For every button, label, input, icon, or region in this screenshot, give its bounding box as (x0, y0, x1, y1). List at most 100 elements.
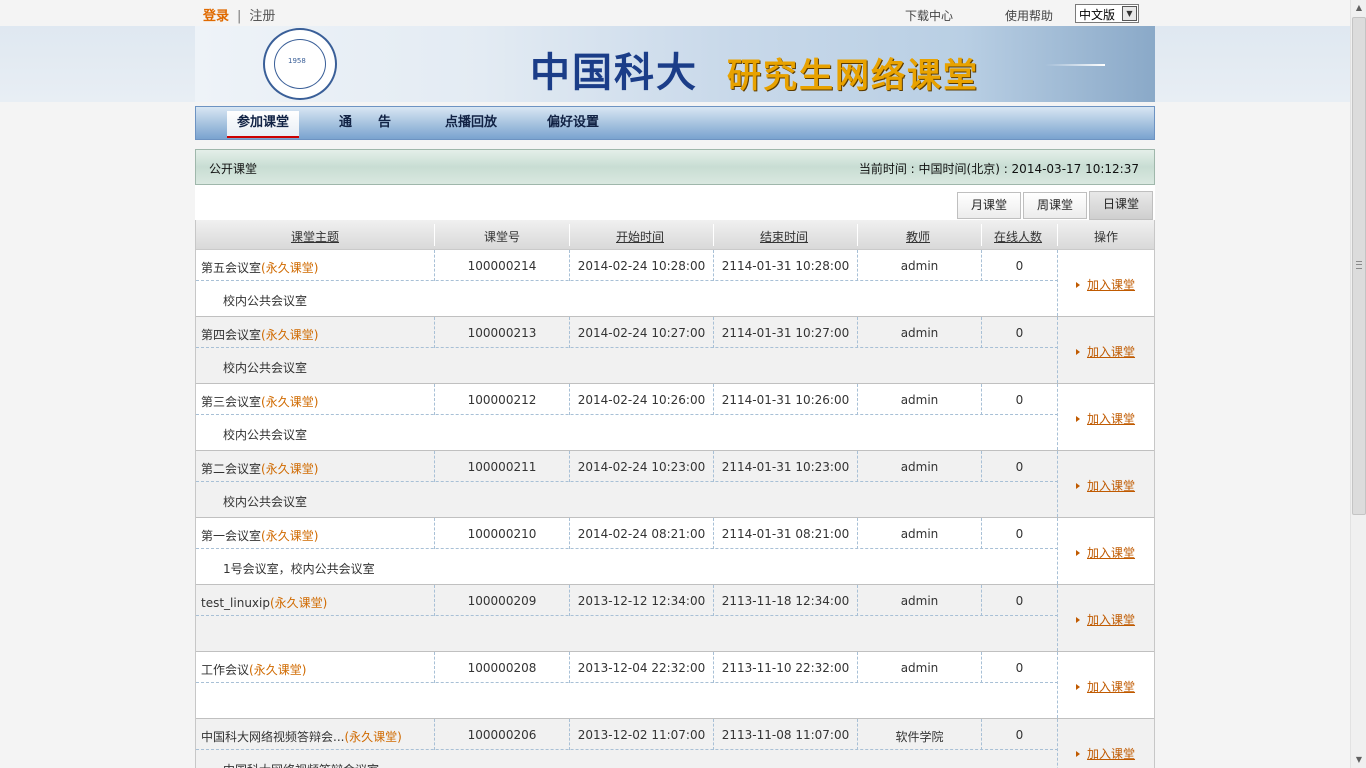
header-start[interactable]: 开始时间 (616, 228, 664, 245)
cell-topic: 工作会议(永久课堂) (201, 661, 306, 678)
banner-title-sub: 研究生网络课堂 (727, 56, 979, 96)
auth-links: 登录 | 注册 (203, 5, 275, 24)
row-main-line: test_linuxip(永久课堂) 100000209 2013-12-12 12… (196, 585, 1058, 616)
current-time: 当前时间 : 中国时间(北京) : 2014-03-17 10:12:37 (858, 162, 1139, 176)
join-class-label: 加入课堂 (1087, 479, 1136, 493)
scroll-thumb[interactable] (1352, 17, 1366, 515)
nav-join-class[interactable]: 参加课堂 (227, 111, 300, 138)
classroom-description: 校内公共会议室 (223, 361, 308, 375)
scroll-up-icon[interactable]: ▲ (1351, 0, 1366, 16)
arrow-right-icon (1076, 349, 1080, 355)
cell-online-count: 0 (1015, 728, 1024, 742)
cell-end-time: 2114-01-31 08:21:00 (721, 527, 850, 541)
action-cell: 加入课堂 (1057, 719, 1154, 768)
header-online[interactable]: 在线人数 (994, 228, 1042, 245)
cell-topic: 第五会议室(永久课堂) (201, 259, 318, 276)
header-divider (981, 224, 982, 246)
join-class-link[interactable]: 加入课堂 (1076, 276, 1135, 293)
permanent-tag: (永久课堂) (261, 462, 319, 476)
header-action: 操作 (1094, 230, 1119, 244)
cell-class-id: 100000210 (467, 527, 537, 541)
classroom-name: 工作会议 (201, 663, 250, 677)
cell-class-id: 100000206 (467, 728, 537, 742)
tab-monthly[interactable]: 月课堂 (957, 192, 1021, 219)
cell-end-time: 2114-01-31 10:26:00 (721, 393, 850, 407)
scroll-down-icon[interactable]: ▼ (1351, 752, 1366, 768)
cell-teacher: admin (900, 594, 939, 608)
permanent-tag: (永久课堂) (261, 529, 319, 543)
cell-topic: 第四会议室(永久课堂) (201, 326, 318, 343)
arrow-right-icon (1076, 617, 1080, 623)
cell-topic: 第一会议室(永久课堂) (201, 527, 318, 544)
table-row: 工作会议(永久课堂) 100000208 2013-12-04 22:32:00 21… (196, 652, 1154, 719)
language-select[interactable]: 中文版 ▼ (1075, 4, 1139, 23)
header-id: 课堂号 (484, 230, 521, 244)
cell-start-time: 2014-02-24 10:26:00 (577, 393, 706, 407)
cell-end-time: 2114-01-31 10:23:00 (721, 460, 850, 474)
header-topic[interactable]: 课堂主题 (291, 228, 339, 245)
header-end[interactable]: 结束时间 (760, 228, 808, 245)
join-class-label: 加入课堂 (1087, 278, 1136, 292)
cell-class-id: 100000209 (467, 594, 537, 608)
row-main-line: 工作会议(永久课堂) 100000208 2013-12-04 22:32:00 21… (196, 652, 1058, 683)
table-header: 课堂主题 课堂号 开始时间 结束时间 教师 在线人数 操作 (196, 220, 1154, 250)
cell-teacher: admin (900, 661, 939, 675)
action-cell: 加入课堂 (1057, 317, 1154, 383)
download-center-link[interactable]: 下载中心 (905, 7, 953, 24)
cell-start-time: 2014-02-24 10:23:00 (577, 460, 706, 474)
row-main-line: 第一会议室(永久课堂) 100000210 2014-02-24 08:21:00 2… (196, 518, 1058, 549)
join-class-label: 加入课堂 (1087, 412, 1136, 426)
cell-topic: 第二会议室(永久课堂) (201, 460, 318, 477)
classroom-description: 中国科大网络视频答辩会议室 (223, 761, 379, 768)
cell-online-count: 0 (1015, 259, 1024, 273)
banner-title-main: 中国科大 (530, 49, 698, 96)
action-cell: 加入课堂 (1057, 384, 1154, 450)
arrow-right-icon (1076, 416, 1080, 422)
cell-teacher: admin (900, 393, 939, 407)
cell-teacher: admin (900, 326, 939, 340)
cell-online-count: 0 (1015, 594, 1024, 608)
section-title: 公开课堂 (209, 162, 258, 176)
join-class-label: 加入课堂 (1087, 613, 1136, 627)
nav-preferences[interactable]: 偏好设置 (547, 107, 599, 139)
cell-start-time: 2014-02-24 10:28:00 (577, 259, 706, 273)
join-class-link[interactable]: 加入课堂 (1076, 477, 1135, 494)
auth-separator: | (237, 9, 242, 24)
cell-topic: 中国科大网络视频答辩会...(永久课堂) (201, 728, 402, 745)
tab-weekly[interactable]: 周课堂 (1023, 192, 1087, 219)
tab-daily[interactable]: 日课堂 (1089, 191, 1153, 220)
permanent-tag: (永久课堂) (261, 328, 319, 342)
help-link[interactable]: 使用帮助 (1005, 7, 1053, 24)
register-link[interactable]: 注册 (249, 9, 275, 24)
row-main-line: 中国科大网络视频答辩会...(永久课堂) 100000206 2013-12-02 … (196, 719, 1058, 750)
nav-playback[interactable]: 点播回放 (445, 107, 497, 139)
cell-start-time: 2014-02-24 10:27:00 (577, 326, 706, 340)
table-row: 第三会议室(永久课堂) 100000212 2014-02-24 10:26:00 2… (196, 384, 1154, 451)
join-class-link[interactable]: 加入课堂 (1076, 745, 1135, 762)
login-link[interactable]: 登录 (203, 9, 229, 24)
join-class-link[interactable]: 加入课堂 (1076, 611, 1135, 628)
classroom-name: 中国科大网络视频答辩会... (201, 730, 345, 744)
permanent-tag: (永久课堂) (249, 663, 307, 677)
chevron-down-icon[interactable]: ▼ (1122, 6, 1137, 21)
join-class-link[interactable]: 加入课堂 (1076, 410, 1135, 427)
cell-teacher: admin (900, 460, 939, 474)
nav-notice[interactable]: 通 告 (339, 107, 391, 139)
table-row: 第四会议室(永久课堂) 100000213 2014-02-24 10:27:00 2… (196, 317, 1154, 384)
permanent-tag: (永久课堂) (261, 261, 319, 275)
cell-end-time: 2113-11-08 11:07:00 (721, 728, 850, 742)
cell-class-id: 100000213 (467, 326, 537, 340)
table-row: 第二会议室(永久课堂) 100000211 2014-02-24 10:23:00 2… (196, 451, 1154, 518)
header-teacher[interactable]: 教师 (906, 228, 930, 245)
action-cell: 加入课堂 (1057, 585, 1154, 651)
cell-start-time: 2014-02-24 08:21:00 (577, 527, 706, 541)
cell-end-time: 2113-11-18 12:34:00 (721, 594, 850, 608)
classroom-table: 课堂主题 课堂号 开始时间 结束时间 教师 在线人数 操作 第五会议室(永久课堂… (195, 220, 1155, 768)
cell-topic: test_linuxip(永久课堂) (201, 594, 327, 611)
cell-online-count: 0 (1015, 326, 1024, 340)
cell-start-time: 2013-12-04 22:32:00 (577, 661, 706, 675)
join-class-link[interactable]: 加入课堂 (1076, 544, 1135, 561)
join-class-link[interactable]: 加入课堂 (1076, 343, 1135, 360)
vertical-scrollbar[interactable]: ▲ ▼ (1350, 0, 1366, 768)
join-class-link[interactable]: 加入课堂 (1076, 678, 1135, 695)
